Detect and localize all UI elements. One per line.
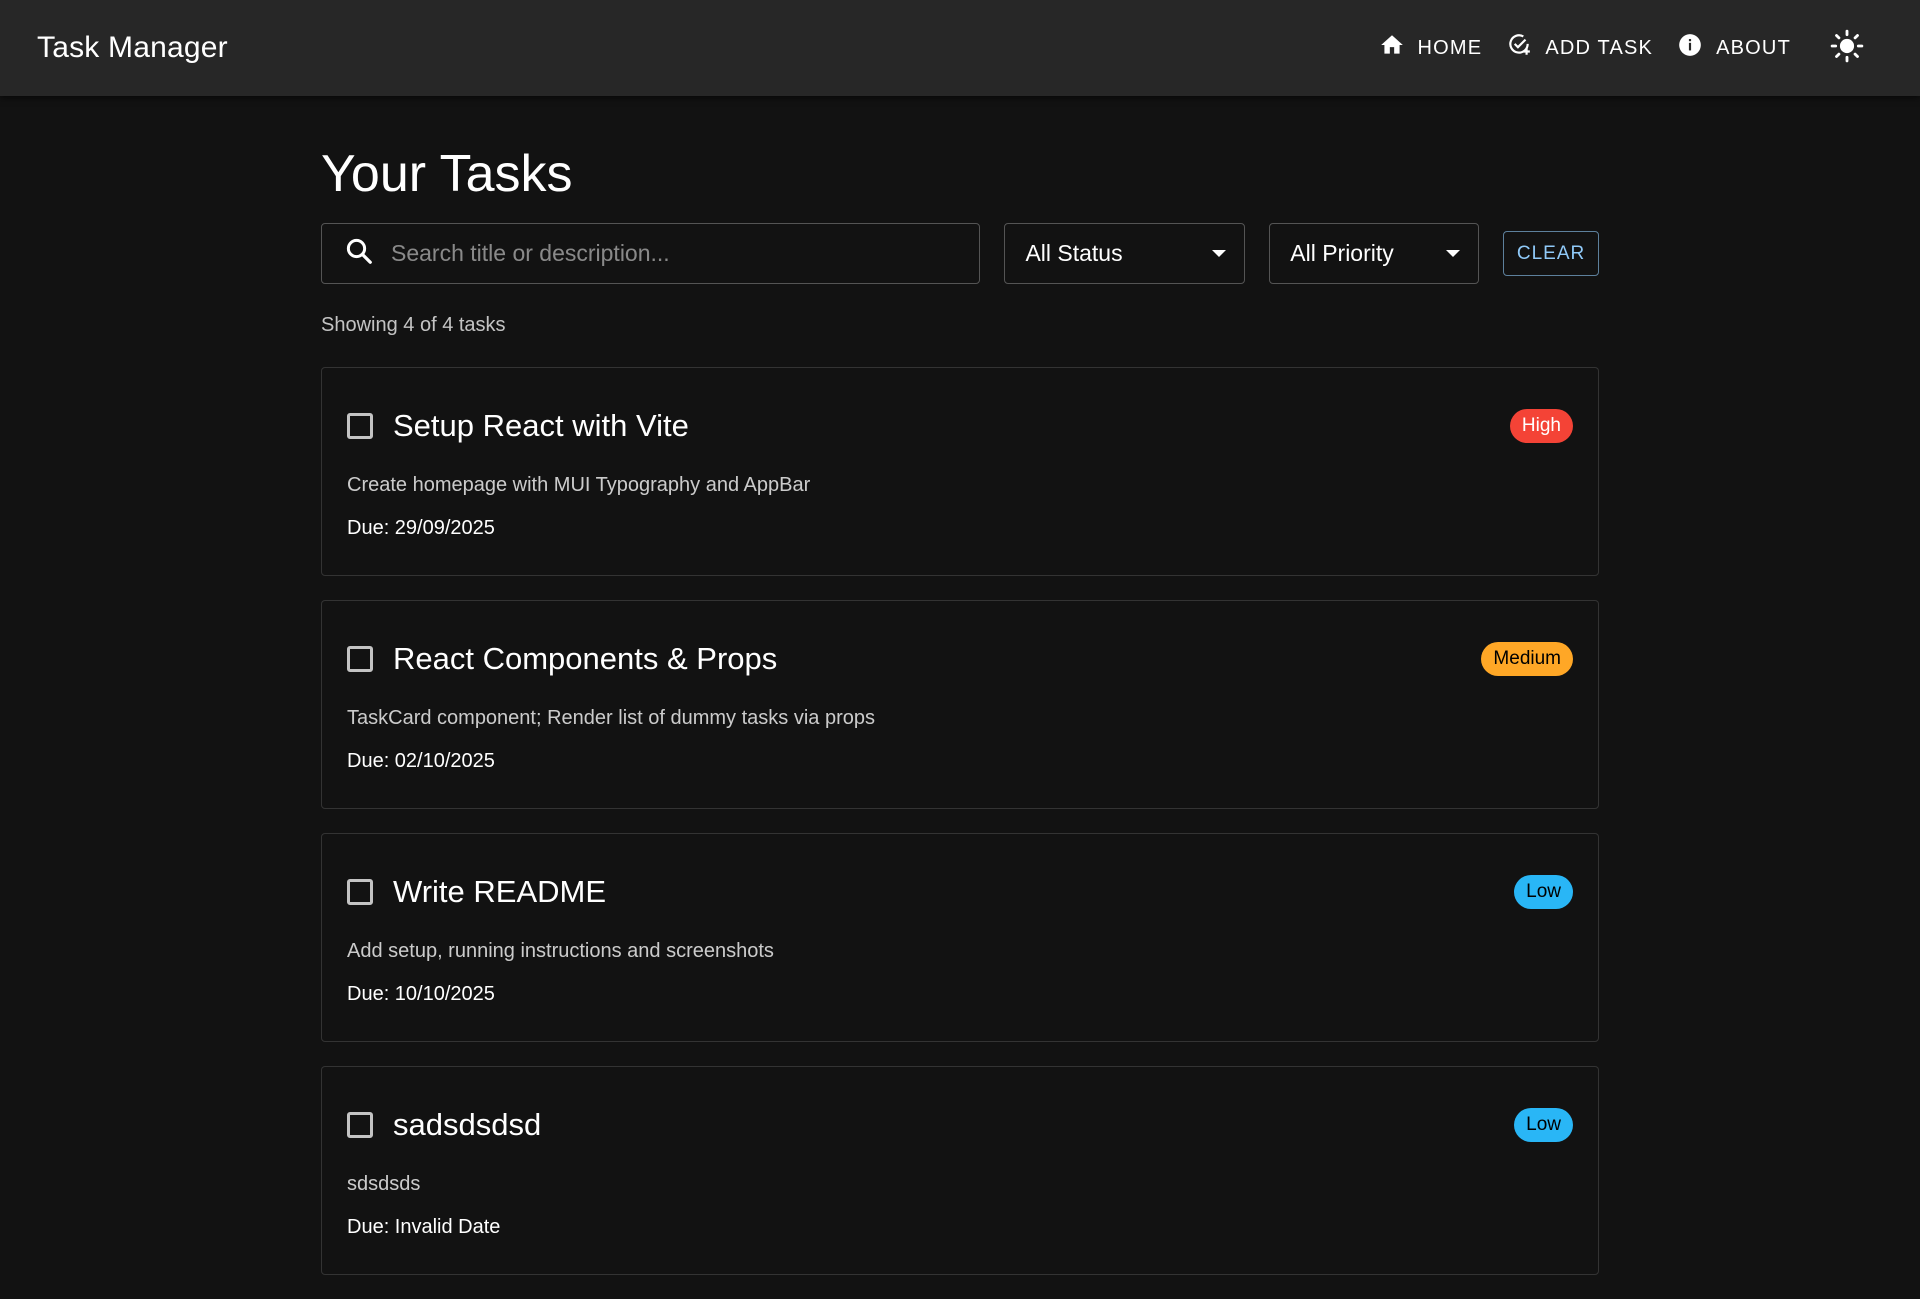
- info-icon: [1677, 32, 1703, 64]
- priority-badge: High: [1509, 409, 1573, 444]
- top-nav: Home Add Task About: [1367, 0, 1884, 96]
- app-title: Task Manager: [37, 31, 228, 64]
- priority-filter-value: All Priority: [1290, 240, 1394, 267]
- task-description: TaskCard component; Render list of dummy…: [347, 707, 875, 730]
- filter-bar: All Status All Priority Clear: [321, 223, 1599, 285]
- task-card: Write README Low Add setup, running inst…: [321, 833, 1599, 1043]
- task-due-date: Due: 10/10/2025: [347, 983, 495, 1006]
- task-due-date: Due: 29/09/2025: [347, 517, 495, 540]
- chevron-down-icon: [1212, 250, 1227, 258]
- task-title: Write README: [393, 874, 607, 910]
- clear-filters-button[interactable]: Clear: [1503, 231, 1599, 277]
- nav-home-label: Home: [1417, 36, 1483, 59]
- nav-add-task-label: Add Task: [1545, 36, 1654, 59]
- task-title: Setup React with Vite: [393, 408, 689, 444]
- task-card: sadsdsdsd Low sdsdsds Due: Invalid Date: [321, 1066, 1599, 1276]
- task-complete-checkbox[interactable]: [347, 879, 373, 906]
- task-card: Setup React with Vite High Create homepa…: [321, 367, 1599, 577]
- task-due-date: Due: Invalid Date: [347, 1216, 501, 1239]
- task-title: sadsdsdsd: [393, 1107, 542, 1143]
- task-complete-checkbox[interactable]: [347, 646, 373, 673]
- task-title: React Components & Props: [393, 641, 778, 677]
- task-complete-checkbox[interactable]: [347, 1112, 373, 1139]
- task-description: Add setup, running instructions and scre…: [347, 940, 774, 963]
- priority-badge: Low: [1514, 1108, 1573, 1143]
- page-title: Your Tasks: [321, 145, 573, 203]
- priority-filter-select[interactable]: All Priority: [1269, 223, 1480, 285]
- status-filter-select[interactable]: All Status: [1004, 223, 1246, 285]
- nav-about-button[interactable]: About: [1665, 23, 1803, 73]
- status-filter-value: All Status: [1025, 240, 1123, 267]
- task-description: sdsdsds: [347, 1173, 421, 1196]
- theme-toggle-button[interactable]: [1819, 20, 1875, 76]
- priority-badge: Low: [1514, 875, 1573, 910]
- search-field[interactable]: [321, 223, 981, 285]
- task-count: Showing 4 of 4 tasks: [321, 314, 506, 337]
- add-task-icon: [1506, 32, 1532, 64]
- home-icon: [1379, 32, 1405, 64]
- search-icon: [344, 236, 374, 271]
- chevron-down-icon: [1446, 250, 1461, 258]
- nav-about-label: About: [1716, 36, 1791, 59]
- priority-badge: Medium: [1481, 642, 1573, 677]
- task-list: Setup React with Vite High Create homepa…: [321, 367, 1599, 1276]
- task-description: Create homepage with MUI Typography and …: [347, 474, 811, 497]
- main-content: Your Tasks All Status All Priority Clear…: [321, 96, 1599, 1299]
- task-card: React Components & Props Medium TaskCard…: [321, 600, 1599, 810]
- task-due-date: Due: 02/10/2025: [347, 750, 495, 773]
- sun-icon: [1830, 29, 1864, 68]
- task-complete-checkbox[interactable]: [347, 413, 373, 440]
- nav-add-task-button[interactable]: Add Task: [1494, 23, 1665, 73]
- app-bar: Task Manager Home Add Task About: [0, 0, 1920, 96]
- search-input[interactable]: [391, 240, 951, 268]
- nav-home-button[interactable]: Home: [1367, 23, 1495, 73]
